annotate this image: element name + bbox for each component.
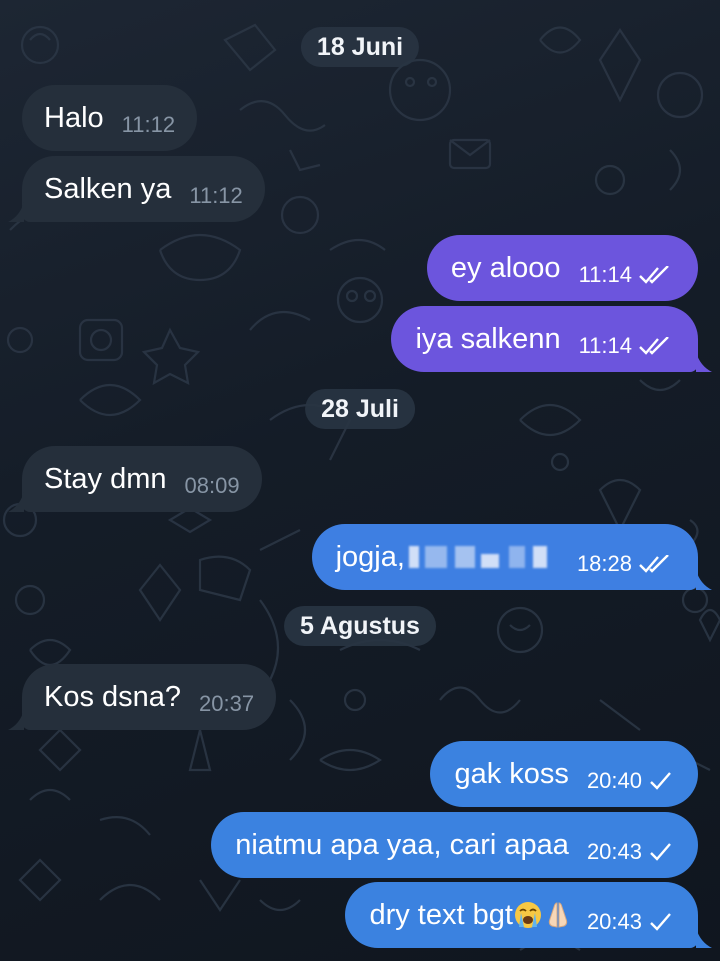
message-time: 18:28 <box>576 551 632 576</box>
incoming-message[interactable]: Halo 11:12 <box>22 85 198 151</box>
bubble-tail <box>8 710 24 730</box>
message-time: 08:09 <box>184 473 240 498</box>
message-time: 11:12 <box>189 183 243 208</box>
loudly-crying-face-icon <box>514 902 541 928</box>
bubble-tail <box>8 202 24 222</box>
message-time: 11:14 <box>578 262 632 287</box>
message-time: 11:12 <box>121 112 176 137</box>
message-text: iya salkenn <box>415 322 561 355</box>
message-text: Kos dsna? <box>44 680 182 713</box>
message-text: gak koss <box>454 757 569 790</box>
outgoing-message[interactable]: niatmu apa yaa, cari apaa 20:43 <box>211 812 698 878</box>
check-icon <box>650 913 671 931</box>
bubble-tail <box>696 352 712 372</box>
outgoing-message[interactable]: ey alooo 11:14 <box>426 235 698 301</box>
bubble-tail <box>8 492 24 512</box>
date-separator: 18 Juni <box>300 27 420 67</box>
check-icon <box>650 843 671 861</box>
chat-area: 18 Juni 28 Juli 5 Agustus Halo 11:12 Sal… <box>0 0 720 961</box>
message-text: Salken ya <box>44 172 172 205</box>
message-text: Stay dmn <box>44 462 167 495</box>
message-time: 20:43 <box>586 909 642 934</box>
outgoing-message[interactable]: jogja, 18:28 <box>311 524 698 590</box>
incoming-message[interactable]: Kos dsna? 20:37 <box>22 664 277 730</box>
outgoing-message[interactable]: iya salkenn 11:14 <box>391 306 698 372</box>
message-time: 20:40 <box>586 768 642 793</box>
message-time: 20:37 <box>199 691 255 716</box>
incoming-message[interactable]: Stay dmn 08:09 <box>22 446 262 512</box>
double-check-icon <box>639 266 669 284</box>
outgoing-message[interactable]: gak koss 20:40 <box>430 741 698 807</box>
date-separator: 28 Juli <box>305 389 415 429</box>
outgoing-message[interactable]: dry text bgt 20:43 <box>345 882 698 948</box>
double-check-icon <box>639 337 669 355</box>
bubble-tail <box>696 928 712 948</box>
redacted-text <box>408 542 559 572</box>
message-text: niatmu apa yaa, cari apaa <box>235 828 569 861</box>
message-text: Halo <box>44 101 104 134</box>
message-text: dry text bgt <box>369 898 513 931</box>
message-text: ey alooo <box>450 251 561 284</box>
double-check-icon <box>639 555 669 573</box>
check-icon <box>650 772 671 790</box>
bubble-tail <box>696 570 712 590</box>
incoming-message[interactable]: Salken ya 11:12 <box>22 156 265 222</box>
date-separator: 5 Agustus <box>284 606 436 646</box>
message-time: 20:43 <box>586 839 642 864</box>
message-text: jogja, <box>335 540 405 573</box>
folded-hands-icon <box>548 902 568 928</box>
message-time: 11:14 <box>578 333 632 358</box>
